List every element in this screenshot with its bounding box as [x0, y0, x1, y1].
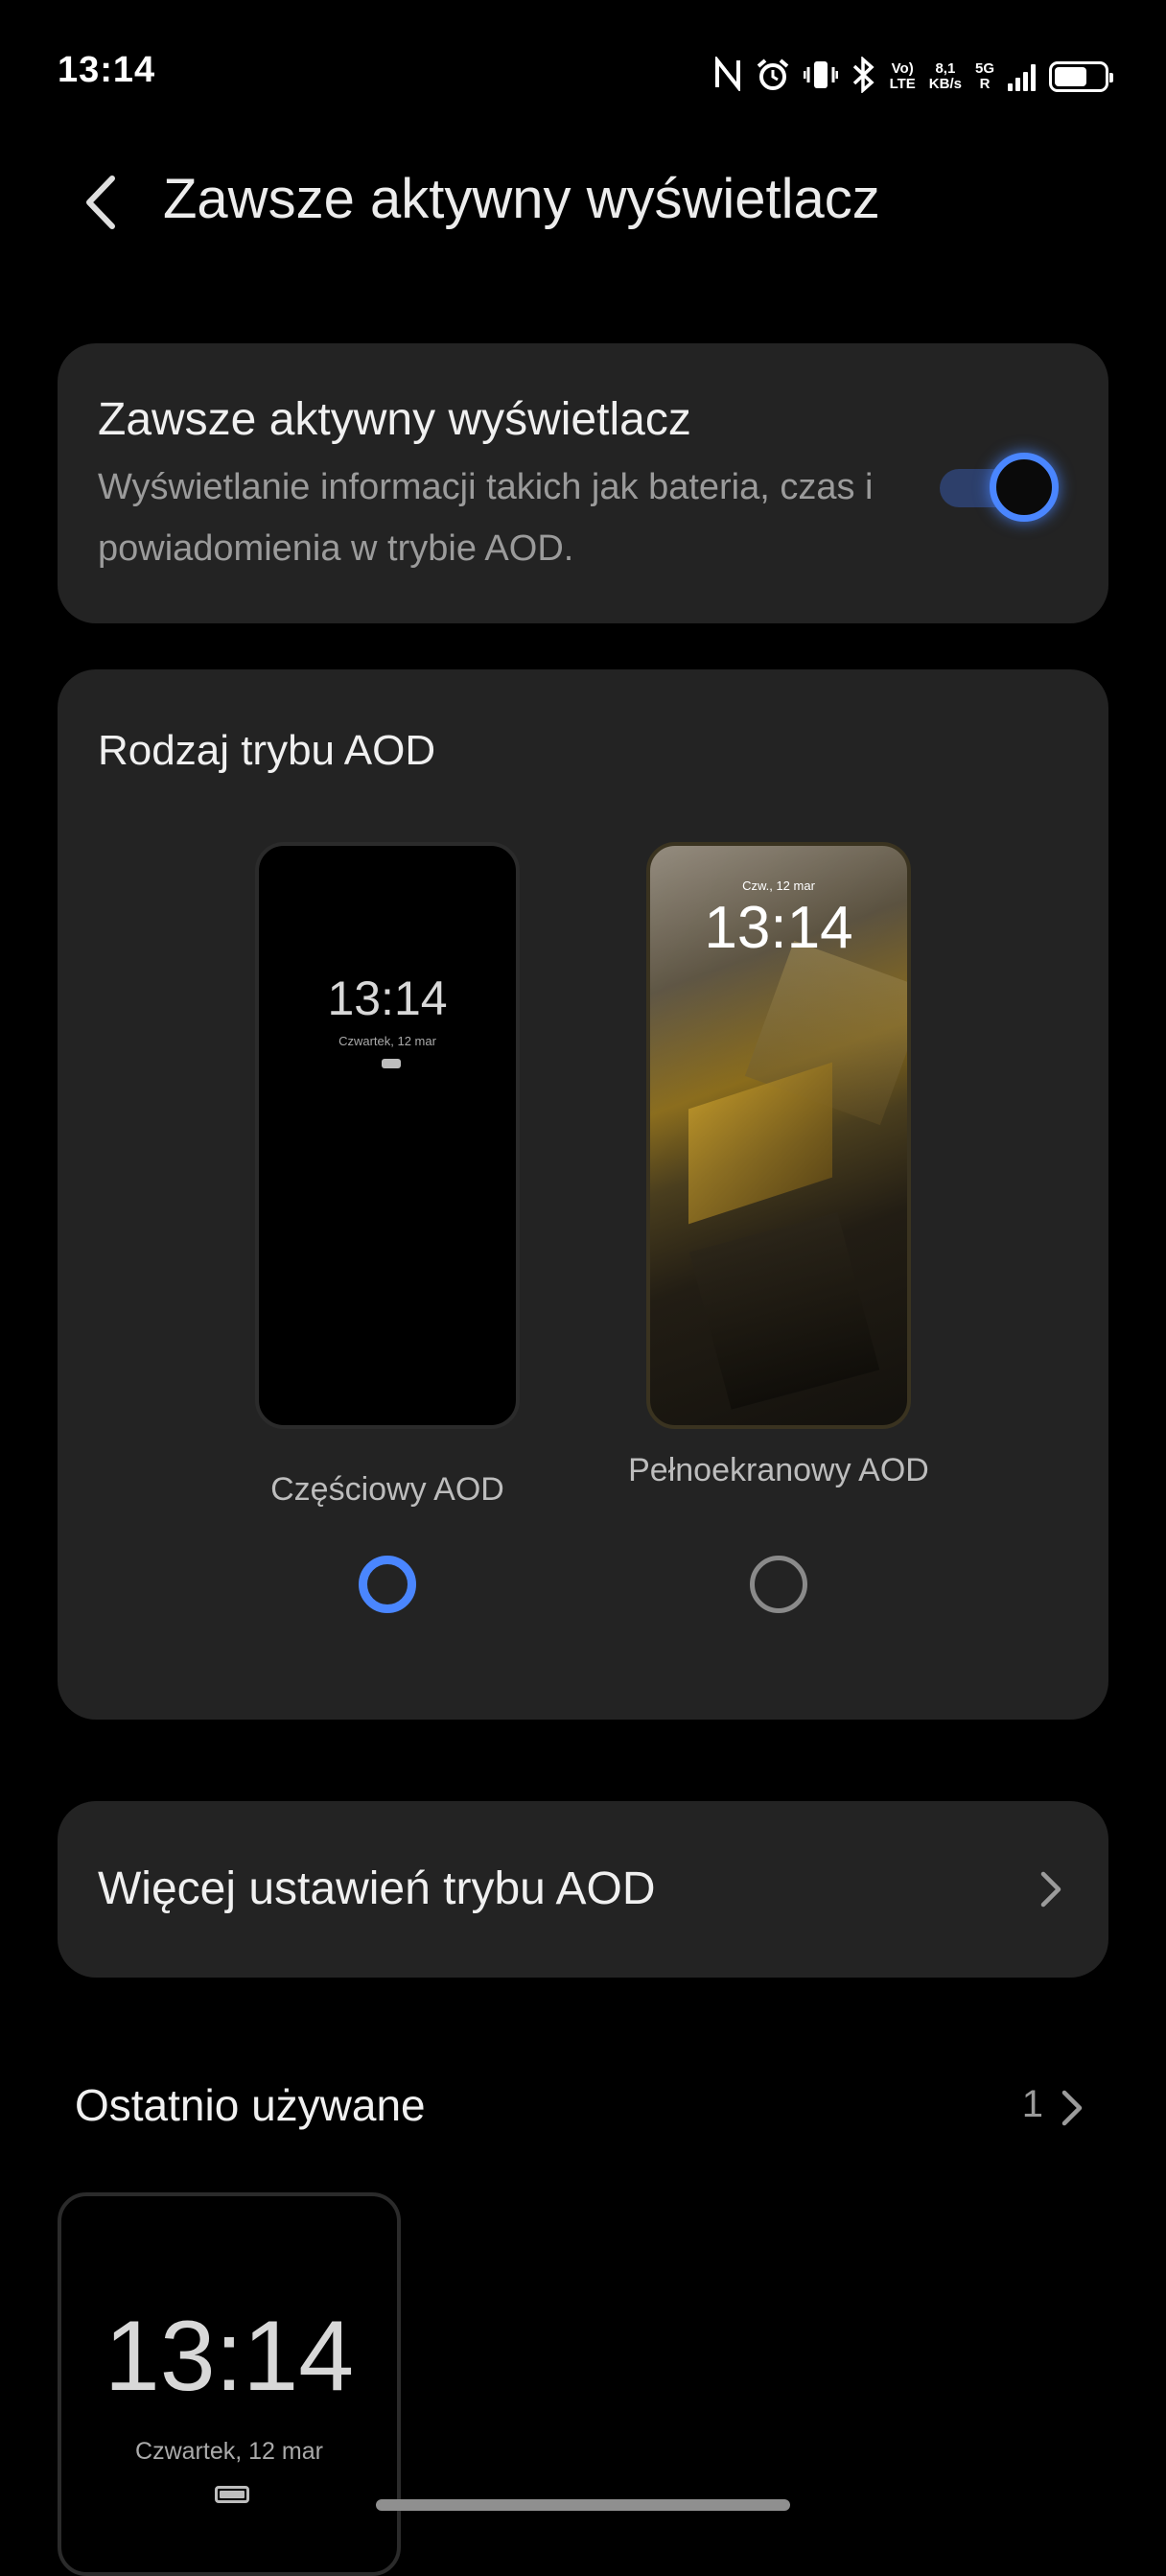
more-aod-settings-label: Więcej ustawień trybu AOD	[98, 1863, 656, 1914]
fullscreen-preview-date: Czw., 12 mar	[742, 878, 815, 893]
partial-preview-battery-icon	[382, 1059, 401, 1068]
alarm-icon	[756, 58, 790, 97]
network-generation-bottom: R	[979, 76, 991, 92]
volte-top: Vo)	[891, 60, 914, 77]
recently-used-count: 1	[1021, 2083, 1043, 2125]
network-generation-top: 5G	[974, 60, 994, 77]
network-speed: 8,1 KB/s	[929, 61, 962, 92]
gesture-nav-bar[interactable]	[376, 2499, 790, 2511]
aod-mode-title: Rodzaj trybu AOD	[98, 727, 436, 774]
back-button[interactable]	[67, 169, 134, 236]
status-icons: Vo) LTE 8,1 KB/s 5G R	[713, 53, 1113, 101]
radio-fullscreen-aod[interactable]	[750, 1556, 807, 1613]
aod-toggle-description: Wyświetlanie informacji takich jak bater…	[98, 467, 874, 569]
aod-mode-card: Rodzaj trybu AOD 13:14 Czwartek, 12 mar …	[58, 669, 1108, 1720]
partial-aod-label: Częściowy AOD	[270, 1471, 504, 1508]
bluetooth-icon	[851, 55, 876, 98]
network-speed-unit: KB/s	[928, 76, 962, 92]
aod-toggle-switch[interactable]	[940, 449, 1064, 526]
volte-indicator: Vo) LTE	[890, 61, 916, 92]
recent-aod-battery-icon	[215, 2486, 249, 2503]
chevron-right-icon	[1061, 2090, 1083, 2126]
back-arrow-icon	[86, 176, 115, 229]
recent-aod-date: Czwartek, 12 mar	[135, 2438, 323, 2465]
nfc-icon	[713, 55, 742, 97]
network-speed-value: 8,1	[935, 60, 956, 77]
vibrate-icon	[803, 58, 839, 97]
recent-aod-thumbnail[interactable]: 13:14 Czwartek, 12 mar	[58, 2192, 401, 2576]
partial-preview-date: Czwartek, 12 mar	[338, 1034, 436, 1048]
option-partial-aod[interactable]: 13:14 Czwartek, 12 mar Częściowy AOD	[255, 842, 520, 1510]
status-bar: 13:14 Vo) LTE 8,1 KB/s 5G R	[0, 0, 1166, 144]
toggle-knob	[990, 453, 1059, 522]
recently-used-header[interactable]: Ostatnio używane 1	[75, 2070, 1091, 2146]
aod-toggle-title: Zawsze aktywny wyświetlacz	[98, 394, 691, 445]
volte-bottom: LTE	[889, 76, 916, 92]
option-fullscreen-aod[interactable]: Czw., 12 mar 13:14 Pełnoekranowy AOD	[628, 842, 929, 1490]
signal-icon	[1008, 62, 1036, 91]
radio-partial-aod-selected[interactable]	[359, 1556, 416, 1613]
fullscreen-aod-label: Pełnoekranowy AOD	[628, 1452, 929, 1488]
more-aod-settings-row[interactable]: Więcej ustawień trybu AOD	[58, 1801, 1108, 1978]
wallpaper-facet	[688, 1062, 832, 1225]
fullscreen-aod-preview[interactable]: Czw., 12 mar 13:14	[646, 842, 911, 1429]
battery-icon	[1049, 61, 1113, 92]
network-generation: 5G R	[975, 61, 994, 92]
aod-toggle-card[interactable]: Zawsze aktywny wyświetlacz Wyświetlanie …	[58, 343, 1108, 623]
page-title: Zawsze aktywny wyświetlacz	[163, 168, 880, 230]
status-time: 13:14	[58, 50, 156, 90]
partial-aod-preview[interactable]: 13:14 Czwartek, 12 mar	[255, 842, 520, 1429]
fullscreen-preview-time: 13:14	[704, 895, 853, 961]
header: Zawsze aktywny wyświetlacz	[0, 144, 1166, 259]
wallpaper-facet	[688, 1212, 880, 1410]
recently-used-title: Ostatnio używane	[75, 2080, 426, 2130]
recent-aod-time: 13:14	[104, 2301, 355, 2412]
partial-preview-time: 13:14	[327, 972, 448, 1025]
chevron-right-icon	[1040, 1871, 1061, 1908]
